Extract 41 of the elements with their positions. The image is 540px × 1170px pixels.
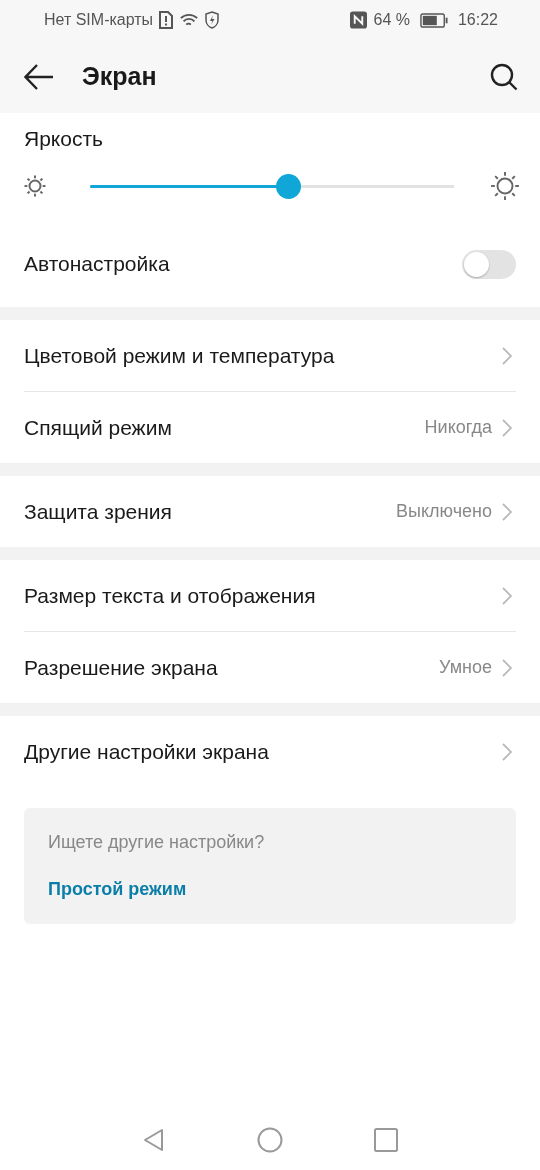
auto-brightness-label: Автонастройка: [24, 252, 170, 276]
item-label: Другие настройки экрана: [24, 739, 270, 764]
toggle-switch[interactable]: [462, 249, 516, 279]
settings-item[interactable]: Другие настройки экрана: [24, 716, 516, 787]
chevron-right-icon: [502, 418, 512, 437]
clock: 16:22: [457, 11, 498, 29]
item-value: Выключено: [396, 501, 492, 522]
battery-icon: [419, 12, 448, 28]
item-label: Спящий режим: [24, 415, 173, 440]
simple-mode-link[interactable]: Простой режим: [48, 879, 187, 900]
recents-nav-icon[interactable]: [373, 1127, 399, 1153]
settings-item[interactable]: Спящий режим Никогда: [24, 392, 516, 463]
settings-item[interactable]: Защита зрения Выключено: [24, 476, 516, 547]
shield-bolt-icon: [205, 11, 220, 29]
chevron-right-icon: [502, 742, 512, 761]
brightness-label: Яркость: [24, 127, 104, 151]
sim-alert-icon: [159, 11, 174, 29]
item-value: Никогда: [424, 417, 492, 438]
chevron-right-icon: [502, 658, 512, 677]
back-arrow-icon[interactable]: [24, 63, 54, 90]
battery-percent: 64 %: [373, 11, 410, 29]
settings-item[interactable]: Размер текста и отображения: [24, 560, 516, 632]
brightness-high-icon: [490, 171, 520, 201]
suggestion-question: Ищете другие настройки?: [48, 832, 265, 853]
screen-title: Экран: [82, 62, 158, 91]
settings-item[interactable]: Разрешение экрана Умное: [24, 632, 516, 703]
slider-thumb[interactable]: [276, 173, 302, 199]
settings-item[interactable]: Цветовой режим и температура: [24, 320, 516, 392]
search-icon[interactable]: [490, 62, 518, 91]
item-label: Разрешение экрана: [24, 655, 219, 680]
chevron-right-icon: [502, 502, 512, 521]
item-label: Цветовой режим и температура: [24, 343, 336, 368]
item-value: Умное: [439, 657, 492, 678]
carrier-status: Нет SIM-карты: [44, 11, 154, 29]
chevron-right-icon: [502, 586, 512, 605]
nfc-icon: [350, 11, 368, 29]
brightness-low-icon: [24, 175, 46, 197]
home-nav-icon[interactable]: [257, 1127, 283, 1153]
item-label: Защита зрения: [24, 499, 173, 524]
item-label: Размер текста и отображения: [24, 583, 317, 608]
chevron-right-icon: [502, 346, 512, 365]
